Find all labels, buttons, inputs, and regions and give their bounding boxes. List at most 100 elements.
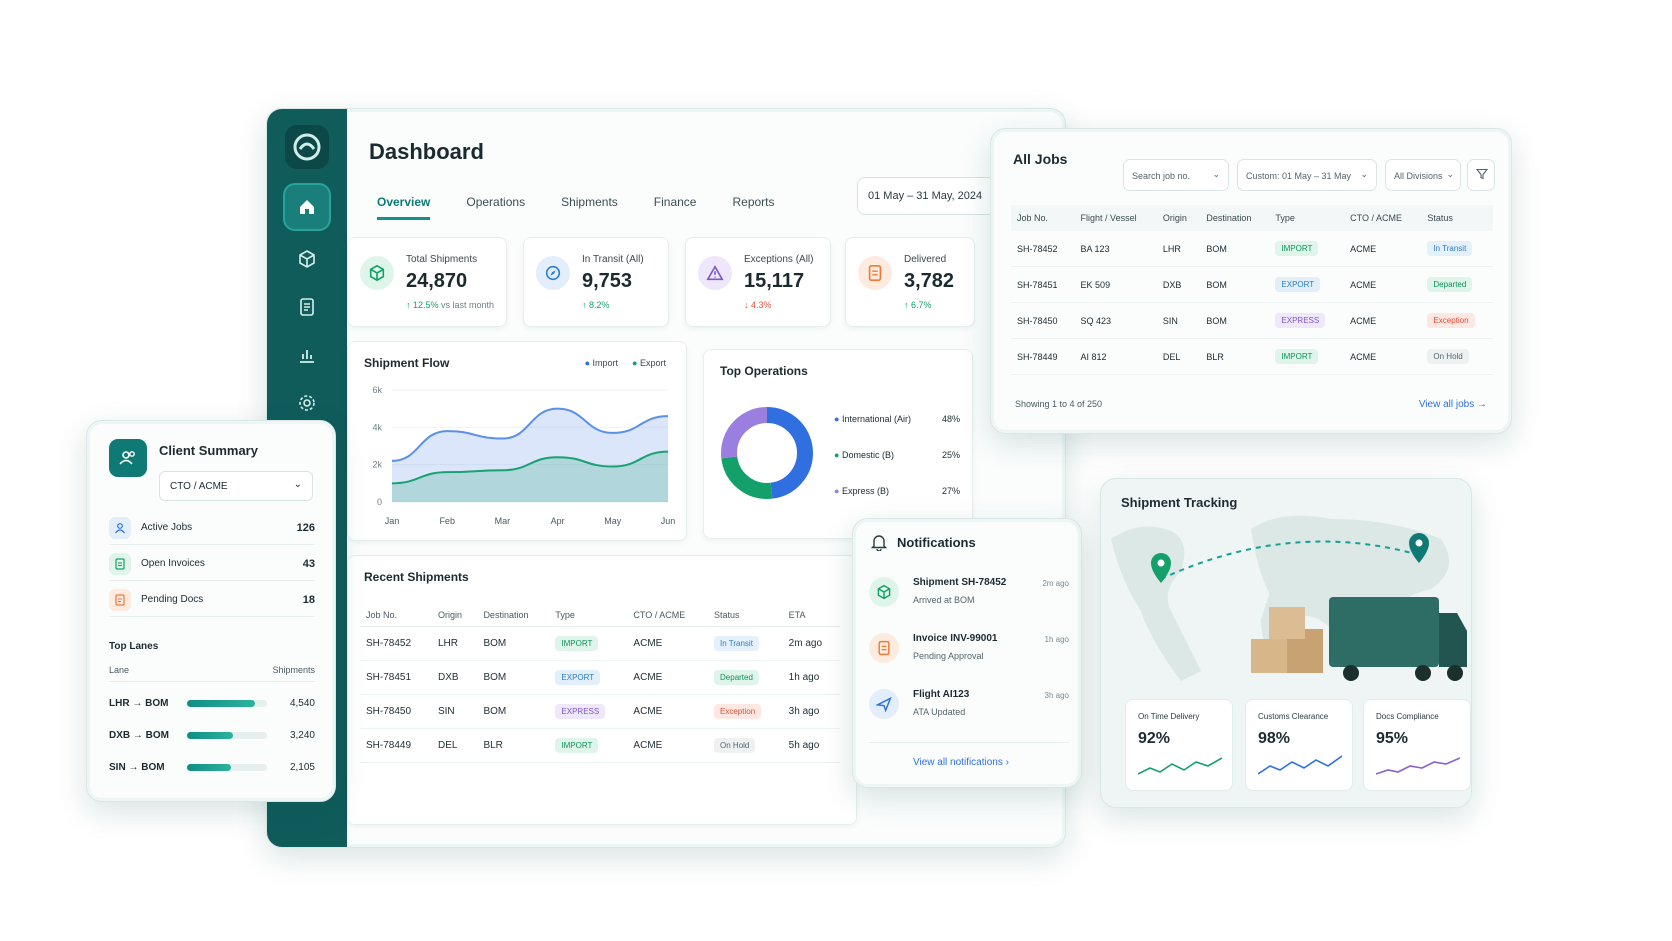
notification-time: 3h ago (1044, 691, 1069, 700)
summary-open-invoices[interactable]: Open Invoices 43 (109, 547, 315, 581)
tab-reports[interactable]: Reports (732, 195, 774, 220)
sidebar-item-shipments[interactable] (285, 237, 329, 281)
tab-operations[interactable]: Operations (466, 195, 525, 220)
flight: SQ 423 (1074, 302, 1157, 339)
sidebar-item-home[interactable] (285, 185, 329, 229)
job-no[interactable]: SH-78451 (1011, 266, 1075, 303)
summary-label: Pending Docs (141, 594, 204, 605)
table-row[interactable]: SH-78450 SIN BOM EXPRESS ACME Exception … (360, 694, 840, 729)
type-cell: EXPRESS (549, 694, 628, 729)
tab-finance[interactable]: Finance (654, 195, 697, 220)
destination: BLR (477, 728, 550, 763)
bell-icon (871, 535, 887, 551)
table-row[interactable]: SH-78449 DEL BLR IMPORT ACME On Hold 5h … (360, 728, 840, 763)
kpi-exceptions[interactable]: Exceptions (All) 15,117 ↓ 4.3% (685, 237, 831, 327)
col-header: CTO / ACME (1344, 205, 1422, 231)
stat-label: Docs Compliance (1376, 712, 1439, 721)
client-selector-value: CTO / ACME (170, 481, 228, 492)
lane-row[interactable]: LHR → BOM 4,540 (109, 693, 315, 713)
filter-button[interactable] (1467, 159, 1495, 191)
date-filter-select[interactable]: Custom: 01 May – 31 May ⌄ (1237, 159, 1377, 191)
destination: BLR (1200, 338, 1270, 375)
cto: ACME (1344, 231, 1422, 267)
job-no[interactable]: SH-78449 (360, 728, 432, 763)
tab-shipments[interactable]: Shipments (561, 195, 618, 220)
view-all-notifications-link[interactable]: View all notifications › (913, 757, 1009, 768)
origin: LHR (431, 626, 478, 661)
sidebar-item-reports[interactable] (285, 333, 329, 377)
home-icon (300, 200, 314, 214)
sidebar-item-settings[interactable] (285, 381, 329, 425)
summary-value: 126 (296, 521, 315, 534)
lane-row[interactable]: SIN → BOM 2,105 (109, 757, 315, 777)
top-operations-panel: Top Operations ● International (Air) 48% … (703, 349, 973, 539)
col-header: Status (708, 604, 783, 627)
x-tick-label: Apr (551, 516, 565, 526)
stat-docs-compliance: Docs Compliance 95% (1363, 699, 1471, 791)
ops-item: ● International (Air) 48% (834, 414, 960, 450)
kpi-total-shipments[interactable]: Total Shipments 24,870 ↑ 12.5% vs last m… (347, 237, 507, 327)
job-no[interactable]: SH-78451 (360, 660, 432, 695)
notification-item[interactable]: Invoice INV-99001 Pending Approval 1h ag… (869, 629, 1069, 679)
flight: BA 123 (1074, 231, 1157, 267)
kpi-trend-value: ↑ 6.7% (904, 300, 932, 310)
table-row[interactable]: SH-78450 SQ 423 SIN BOM EXPRESS ACME Exc… (1011, 302, 1493, 339)
job-no[interactable]: SH-78450 (360, 694, 432, 729)
lanes-header: Lane Shipments (109, 665, 315, 682)
status-cell: In Transit (708, 626, 783, 661)
table-row[interactable]: SH-78452 BA 123 LHR BOM IMPORT ACME In T… (1011, 231, 1493, 267)
table-row[interactable]: SH-78452 LHR BOM IMPORT ACME In Transit … (360, 626, 840, 661)
cto: ACME (627, 694, 709, 729)
job-no[interactable]: SH-78450 (1011, 302, 1075, 339)
job-no[interactable]: SH-78452 (1011, 231, 1075, 267)
table-row[interactable]: SH-78449 AI 812 DEL BLR IMPORT ACME On H… (1011, 338, 1493, 375)
job-search-input[interactable]: Search job no. ⌄ (1123, 159, 1229, 191)
division-filter-select[interactable]: All Divisions ⌄ (1385, 159, 1461, 191)
cube-icon (299, 250, 315, 268)
kpi-in-transit[interactable]: In Transit (All) 9,753 ↑ 8.2% (523, 237, 669, 327)
table-row[interactable]: SH-78451 DXB BOM EXPORT ACME Departed 1h… (360, 660, 840, 695)
destination: BOM (477, 660, 550, 695)
ops-label: Express (B) (841, 486, 889, 496)
division-filter-value: All Divisions (1394, 171, 1443, 181)
tab-overview[interactable]: Overview (377, 195, 431, 220)
ops-pct: 48% (941, 414, 960, 424)
lane-value: 2,105 (289, 761, 315, 773)
notification-title: Flight AI123 (913, 689, 970, 700)
panel-title: Client Summary (159, 443, 258, 458)
lane-name: SIN → BOM (109, 761, 165, 773)
status-cell: On Hold (1421, 338, 1493, 375)
type-badge: EXPRESS (555, 704, 606, 719)
kpi-delivered[interactable]: Delivered 3,782 ↑ 6.7% (845, 237, 975, 327)
type-cell: IMPORT (549, 626, 628, 661)
table-row[interactable]: SH-78451 EK 509 DXB BOM EXPORT ACME Depa… (1011, 266, 1493, 303)
col-header: Destination (477, 604, 550, 627)
lane-row[interactable]: DXB → BOM 3,240 (109, 725, 315, 745)
type-cell: EXPRESS (1269, 302, 1345, 339)
notification-subtitle: Pending Approval (913, 651, 984, 661)
type-badge: EXPORT (555, 670, 601, 685)
ops-pct: 27% (941, 486, 960, 496)
jobs-table: Job No. Flight / Vessel Origin Destinati… (1011, 205, 1493, 375)
notification-item[interactable]: Flight AI123 ATA Updated 3h ago (869, 685, 1069, 743)
truck-illustration (1251, 597, 1467, 681)
client-selector[interactable]: CTO / ACME ⌄ (159, 471, 313, 501)
stat-customs-clearance: Customs Clearance 98% (1245, 699, 1353, 791)
view-all-jobs-link[interactable]: View all jobs → (1419, 399, 1487, 410)
table-header-row: Job No. Origin Destination Type CTO / AC… (360, 604, 840, 627)
status-cell: Exception (708, 694, 783, 729)
summary-active-jobs[interactable]: Active Jobs 126 (109, 511, 315, 545)
arrow-right-icon: → (1477, 399, 1487, 410)
notification-item[interactable]: Shipment SH-78452 Arrived at BOM 2m ago (869, 573, 1069, 623)
type-cell: IMPORT (1269, 231, 1345, 267)
sidebar-item-documents[interactable] (285, 285, 329, 329)
ops-item: ● Express (B) 27% (834, 486, 960, 522)
summary-pending-docs[interactable]: Pending Docs 18 (109, 583, 315, 617)
flight: EK 509 (1074, 266, 1157, 303)
job-no[interactable]: SH-78449 (1011, 338, 1075, 375)
lane-col-header: Lane (109, 665, 130, 675)
job-no[interactable]: SH-78452 (360, 626, 432, 661)
flight: AI 812 (1074, 338, 1157, 375)
destination: BOM (1200, 231, 1270, 267)
ops-legend: ● International (Air) 48% ● Domestic (B) 2… (834, 414, 960, 522)
